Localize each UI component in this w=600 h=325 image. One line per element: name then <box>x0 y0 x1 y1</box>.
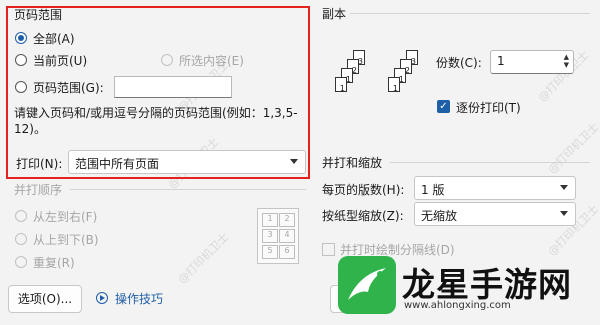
tips-icon[interactable] <box>96 292 108 304</box>
pages-per-sheet-select[interactable]: 1 版 <box>414 176 576 200</box>
radio-repeat <box>15 256 27 268</box>
tips-link[interactable]: 操作技巧 <box>115 290 163 307</box>
copies-count-label: 份数(C): <box>436 56 482 70</box>
copies-title: 副本 <box>322 5 351 22</box>
brand-logo <box>334 252 400 318</box>
brand-url: www.ahlongxing.com <box>404 300 511 311</box>
copies-count-input[interactable]: 1 ▲ ▼ <box>490 50 574 74</box>
spinner-icon[interactable]: ▲ ▼ <box>564 53 569 69</box>
collate-stack-icon: 3 2 1 1 <box>386 50 426 110</box>
watermark-text: @打印机卫士 <box>545 120 600 177</box>
collate-order-title: 并打顺序 <box>14 181 67 198</box>
zoom-title: 并打和缩放 <box>322 154 387 171</box>
collate-preview-icon: 1 2 3 4 5 6 <box>257 208 299 264</box>
collate-label[interactable]: 逐份打印(T) <box>456 99 521 116</box>
radio-top-to-bottom <box>15 233 27 245</box>
scale-select[interactable]: 无缩放 <box>414 202 576 226</box>
radio-top-to-bottom-label: 从上到下(B) <box>33 233 99 247</box>
radio-left-to-right-label: 从左到右(F) <box>33 210 98 224</box>
pages-per-sheet-label: 每页的版数(H): <box>322 183 405 197</box>
scale-label: 按纸型缩放(Z): <box>322 209 404 223</box>
radio-left-to-right <box>15 210 27 222</box>
chevron-down-icon <box>560 185 568 190</box>
collate-checkbox[interactable]: ✓ <box>437 100 450 113</box>
pages-per-sheet-value: 1 版 <box>421 183 445 197</box>
brand-name: 龙星手游网 <box>402 265 572 304</box>
copies-count-value: 1 <box>497 54 505 68</box>
radio-repeat-label: 重复(R) <box>33 256 75 270</box>
options-button[interactable]: 选项(O)... <box>8 285 82 313</box>
chevron-down-icon <box>560 211 568 216</box>
watermark-text: @打印机卫士 <box>175 230 232 287</box>
collate-stack-icon: 3 2 1 1 <box>333 50 373 110</box>
scale-value: 无缩放 <box>421 209 458 223</box>
highlight-frame <box>6 6 310 179</box>
